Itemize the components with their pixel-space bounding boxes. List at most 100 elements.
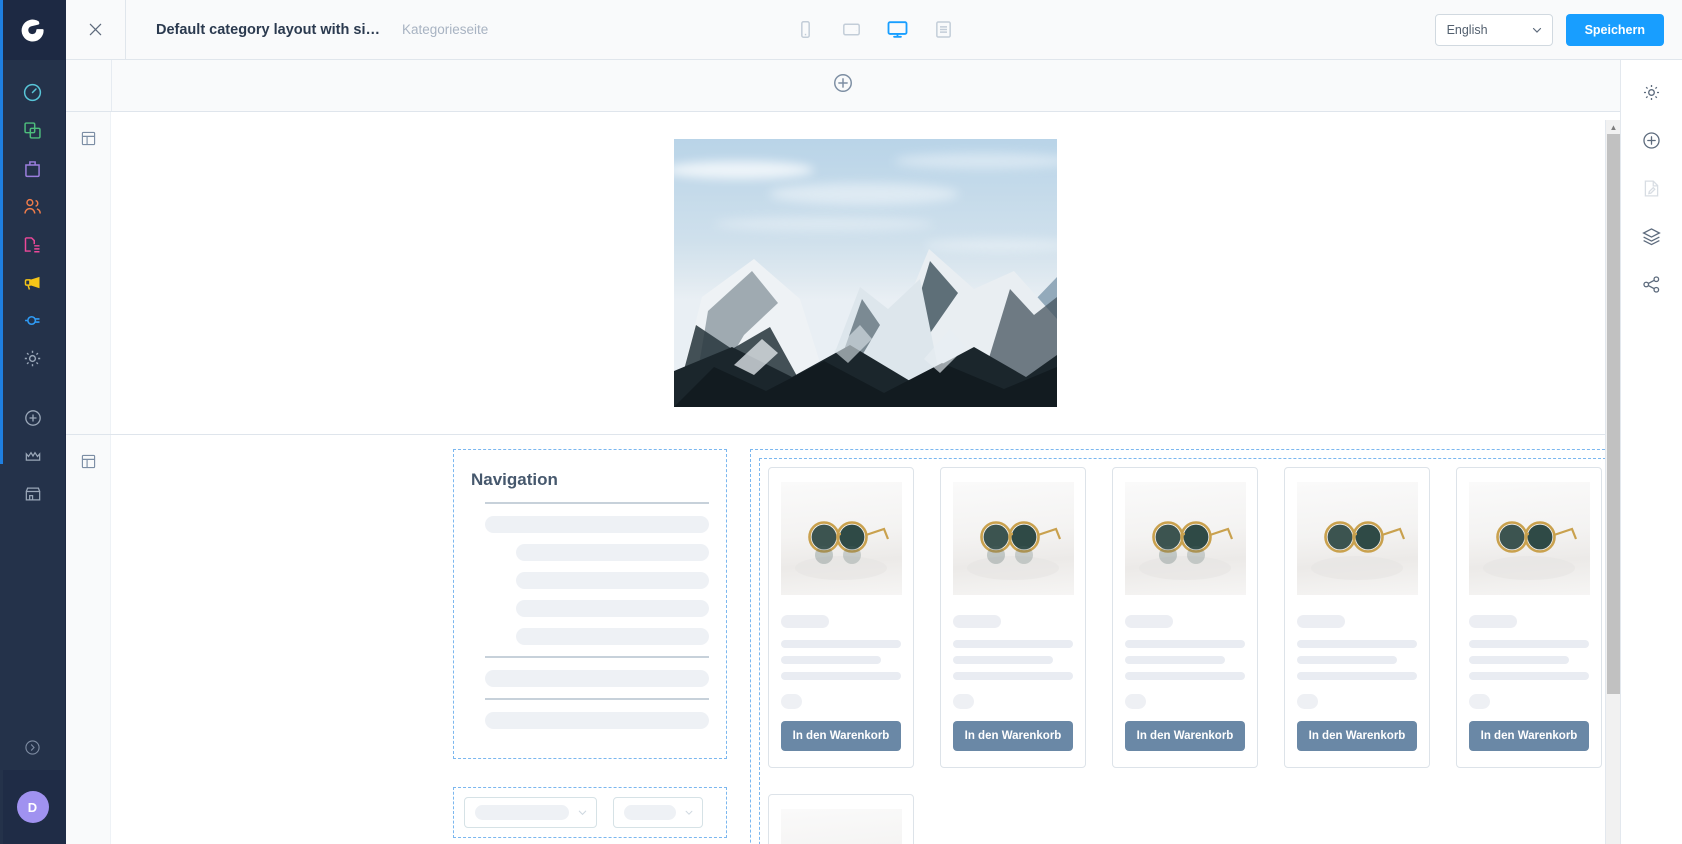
divider — [485, 502, 709, 504]
sidebar-item-add[interactable] — [13, 399, 53, 437]
section-sidebar-listing[interactable]: Navigation In den Warenkorb In den Waren… — [66, 435, 1620, 844]
page-title: Default category layout with si… — [156, 21, 380, 38]
device-desktop-button[interactable] — [882, 15, 912, 45]
sidebar-item-content[interactable] — [13, 225, 53, 263]
product-price-skeleton — [1297, 694, 1318, 709]
product-name-skeleton — [1469, 615, 1517, 628]
product-image — [1469, 482, 1590, 595]
scrollbar-thumb[interactable] — [1607, 134, 1620, 694]
top-bar: Default category layout with si… Kategor… — [66, 0, 1682, 60]
layout-icon — [81, 454, 95, 469]
top-bar-actions: English Speichern — [1434, 13, 1682, 46]
sidebar-item-extensions[interactable] — [13, 301, 53, 339]
sidebar-item-customers[interactable] — [13, 187, 53, 225]
sidebar-item-settings[interactable] — [13, 339, 53, 377]
navigation-title: Navigation — [471, 470, 558, 489]
megaphone-icon — [24, 276, 40, 290]
sunglasses-icon — [1139, 521, 1234, 580]
sidebar-item-orders[interactable] — [13, 149, 53, 187]
main-area: Default category layout with si… Kategor… — [66, 0, 1682, 844]
page-subtitle: Kategorieseite — [402, 21, 489, 37]
divider — [485, 656, 709, 658]
device-content-button[interactable] — [928, 15, 958, 45]
filter-select-2[interactable] — [613, 797, 703, 828]
add-section-strip — [66, 60, 1620, 112]
right-item-edit-block — [1632, 168, 1672, 208]
gauge-icon — [23, 83, 42, 101]
product-desc-skeleton — [1469, 656, 1569, 664]
add-to-cart-button[interactable]: In den Warenkorb — [1469, 721, 1589, 751]
filter-select-1[interactable] — [464, 797, 597, 828]
product-card[interactable]: In den Warenkorb — [1112, 467, 1258, 768]
close-button[interactable] — [66, 0, 126, 59]
right-item-share[interactable] — [1632, 264, 1672, 304]
add-section-button[interactable] — [832, 72, 854, 99]
language-select[interactable]: English — [1434, 13, 1553, 46]
product-price-skeleton — [1125, 694, 1146, 709]
sections-list: Navigation In den Warenkorb In den Waren… — [66, 112, 1620, 844]
sidebar-item-catalogues[interactable] — [13, 111, 53, 149]
device-tablet-button[interactable] — [836, 15, 866, 45]
product-desc-skeleton — [1125, 640, 1245, 648]
crown-icon — [25, 451, 40, 461]
product-desc-skeleton — [781, 656, 881, 664]
nav-skeleton-row — [516, 628, 709, 645]
product-desc-skeleton — [1125, 672, 1245, 680]
sidebar-item-crown[interactable] — [13, 437, 53, 475]
shopware-logo[interactable] — [0, 0, 66, 60]
body-area: Navigation In den Warenkorb In den Waren… — [66, 60, 1682, 844]
plus-circle-icon — [1643, 131, 1660, 149]
product-image — [1125, 482, 1246, 595]
product-desc-skeleton — [1469, 672, 1589, 680]
right-item-layers[interactable] — [1632, 216, 1672, 256]
filter-block[interactable] — [453, 787, 727, 838]
add-to-cart-button[interactable]: In den Warenkorb — [1297, 721, 1417, 751]
users-icon — [24, 198, 41, 214]
scroll-up-arrow[interactable]: ▲ — [1606, 120, 1621, 134]
plus-circle-icon — [24, 410, 41, 426]
layers-icon — [1642, 227, 1661, 245]
mountain-image[interactable] — [674, 139, 1057, 407]
product-desc-skeleton — [1297, 656, 1397, 664]
nav-skeleton-row — [516, 600, 709, 617]
product-card[interactable]: In den Warenkorb — [768, 794, 914, 844]
navigation-block[interactable]: Navigation — [453, 449, 727, 759]
product-card[interactable]: In den Warenkorb — [940, 467, 1086, 768]
canvas-scrollbar[interactable]: ▲ ▼ — [1605, 120, 1620, 844]
product-name-skeleton — [781, 615, 829, 628]
section-image[interactable] — [66, 112, 1620, 435]
sunglasses-icon — [1311, 521, 1406, 580]
add-to-cart-button[interactable]: In den Warenkorb — [953, 721, 1073, 751]
desktop-icon — [887, 21, 907, 38]
user-menu[interactable]: D — [0, 770, 66, 844]
left-sidebar: D — [0, 0, 66, 844]
title-zone: Default category layout with si… Kategor… — [126, 22, 488, 38]
product-desc-skeleton — [953, 672, 1073, 680]
sidebar-item-store[interactable] — [13, 475, 53, 513]
nav-skeleton-row — [485, 516, 709, 533]
product-image — [781, 482, 902, 595]
right-item-add-block[interactable] — [1632, 120, 1672, 160]
product-card[interactable]: In den Warenkorb — [1456, 467, 1602, 768]
shopware-cms-editor: D Default category layout with si… Kateg… — [0, 0, 1682, 844]
product-card[interactable]: In den Warenkorb — [1284, 467, 1430, 768]
sidebar-expand-button[interactable] — [0, 724, 66, 770]
nav-skeleton-row — [516, 572, 709, 589]
product-name-skeleton — [1125, 615, 1173, 628]
product-listing-block[interactable]: In den Warenkorb In den Warenkorb In den… — [750, 449, 1620, 844]
section-handle-1[interactable] — [66, 112, 111, 434]
content-icon — [24, 236, 40, 253]
section-handle-2[interactable] — [66, 435, 111, 844]
save-button[interactable]: Speichern — [1565, 13, 1664, 46]
shopware-logo-icon — [21, 19, 44, 42]
filter-select-1-value — [475, 805, 569, 820]
sidebar-item-marketing[interactable] — [13, 263, 53, 301]
device-mobile-button[interactable] — [790, 15, 820, 45]
add-to-cart-button[interactable]: In den Warenkorb — [1125, 721, 1245, 751]
product-card[interactable]: In den Warenkorb — [768, 467, 914, 768]
nav-skeleton-row — [516, 544, 709, 561]
add-to-cart-button[interactable]: In den Warenkorb — [781, 721, 901, 751]
sidebar-item-dashboard[interactable] — [13, 73, 53, 111]
right-item-section-settings[interactable] — [1632, 72, 1672, 112]
product-image — [1297, 482, 1418, 595]
